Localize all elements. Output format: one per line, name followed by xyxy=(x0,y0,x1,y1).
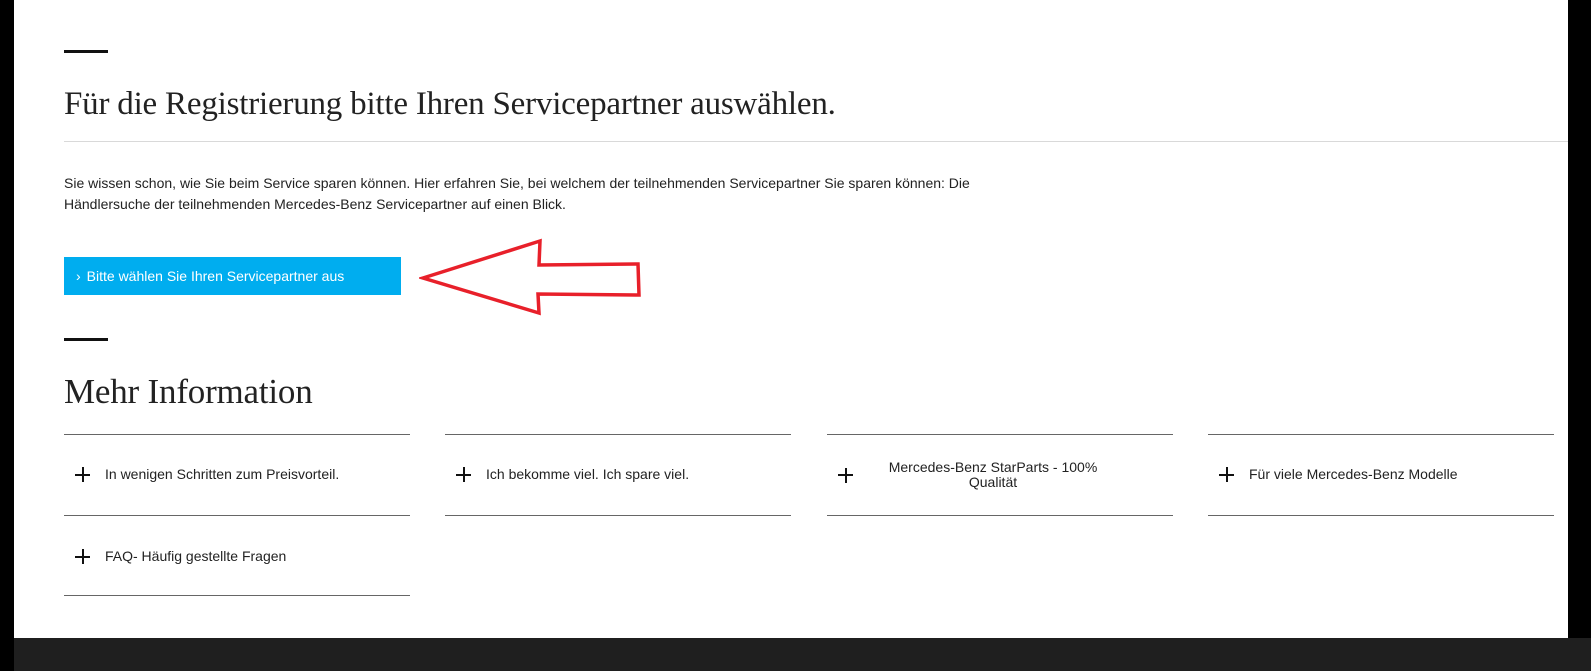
accordion-item-modelle[interactable]: Für viele Mercedes-Benz Modelle xyxy=(1219,467,1458,482)
accordion-divider xyxy=(445,515,791,516)
title-divider xyxy=(64,141,1568,142)
select-servicepartner-label: Bitte wählen Sie Ihren Servicepartner au… xyxy=(86,268,345,284)
accordion-item-spare-viel[interactable]: Ich bekomme viel. Ich spare viel. xyxy=(456,467,689,482)
accordion-divider xyxy=(827,434,1173,435)
plus-icon xyxy=(1219,467,1234,482)
plus-icon xyxy=(75,549,90,564)
plus-icon xyxy=(456,467,471,482)
accordion-divider xyxy=(1208,434,1554,435)
accordion-item-label: Ich bekomme viel. Ich spare viel. xyxy=(486,466,690,482)
registration-title: Für die Registrierung bitte Ihren Servic… xyxy=(64,86,836,122)
accordion-divider xyxy=(64,434,410,435)
accordion-divider xyxy=(1208,515,1554,516)
plus-icon xyxy=(75,467,90,482)
footer-bar xyxy=(14,638,1591,671)
accordion-divider xyxy=(64,515,410,516)
chevron-right-icon: › xyxy=(76,268,81,284)
accordion-item-label: FAQ- Häufig gestellte Fragen xyxy=(105,548,287,564)
section-accent-rule xyxy=(64,338,108,341)
page-content: Für die Registrierung bitte Ihren Servic… xyxy=(14,0,1568,638)
accordion-item-faq[interactable]: FAQ- Häufig gestellte Fragen xyxy=(75,549,286,564)
accordion-item-starparts[interactable]: Mercedes-Benz StarParts - 100% Qualität xyxy=(838,460,1118,490)
plus-icon xyxy=(838,467,853,483)
accordion-divider xyxy=(827,515,1173,516)
accordion-item-label: In wenigen Schritten zum Preisvorteil. xyxy=(105,466,340,482)
arrow-left-icon xyxy=(419,238,641,316)
accordion-item-preisvorteil[interactable]: In wenigen Schritten zum Preisvorteil. xyxy=(75,467,339,482)
more-info-title: Mehr Information xyxy=(64,372,313,411)
accordion-item-label: Für viele Mercedes-Benz Modelle xyxy=(1249,466,1458,482)
registration-intro: Sie wissen schon, wie Sie beim Service s… xyxy=(64,175,970,212)
accordion-divider xyxy=(445,434,791,435)
select-servicepartner-button[interactable]: › Bitte wählen Sie Ihren Servicepartner … xyxy=(64,257,401,295)
section-accent-rule xyxy=(64,50,108,53)
accordion-divider xyxy=(64,595,410,596)
accordion-item-label: Mercedes-Benz StarParts - 100% Qualität xyxy=(888,459,1098,490)
